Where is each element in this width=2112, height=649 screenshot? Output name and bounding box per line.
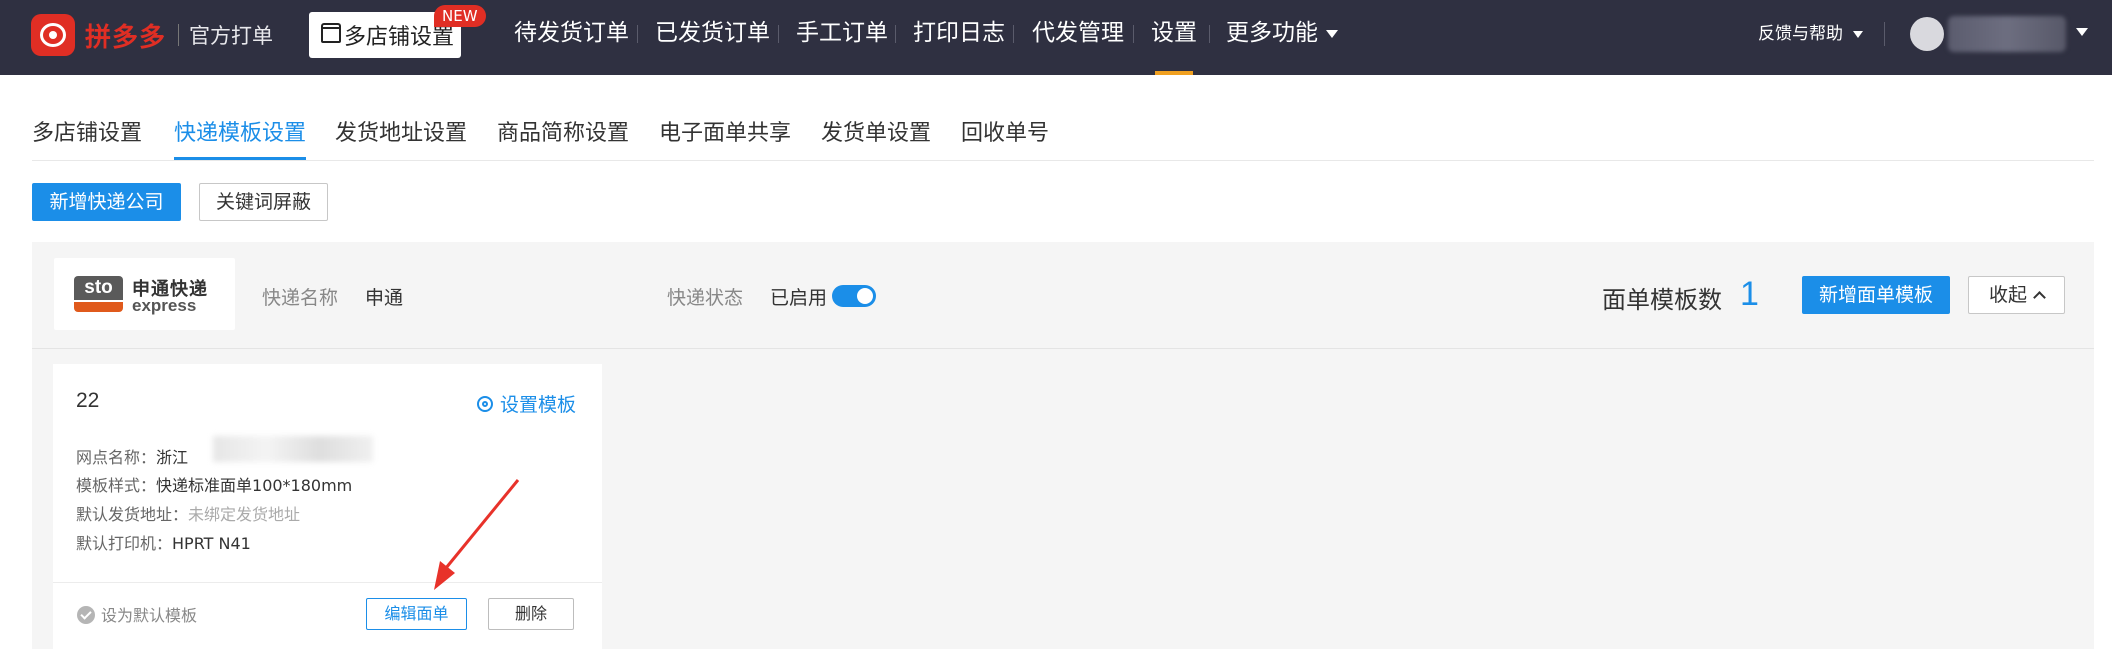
express-name-value: 申通	[365, 287, 404, 309]
express-name-label: 快递名称	[262, 287, 339, 309]
pinduoduo-logo-icon	[31, 14, 75, 56]
template-style-value: 快递标准面单100*180mm	[156, 476, 353, 495]
set-template-label: 设置模板	[500, 394, 577, 416]
nav-divider	[895, 25, 896, 43]
delete-template-button[interactable]: 删除	[488, 598, 574, 630]
template-style-row: 模板样式：快递标准面单100*180mm	[76, 472, 352, 496]
nav-dropship-management[interactable]: 代发管理	[1032, 16, 1124, 50]
tab-product-short-name[interactable]: 商品简称设置	[497, 114, 629, 158]
user-name-redacted[interactable]	[1948, 16, 2066, 52]
new-badge: NEW	[434, 5, 486, 27]
nav-divider	[1884, 22, 1885, 46]
store-icon	[321, 23, 341, 43]
tab-multi-store[interactable]: 多店铺设置	[32, 114, 142, 158]
feedback-help-menu[interactable]: 反馈与帮助	[1758, 22, 1863, 46]
add-express-company-button[interactable]: 新增快递公司	[32, 183, 181, 221]
sto-badge-icon: sto	[74, 276, 123, 312]
nav-manual-orders[interactable]: 手工订单	[796, 16, 888, 50]
express-status-value: 已启用	[770, 287, 828, 309]
nav-divider	[778, 25, 779, 43]
default-address-value: 未绑定发货地址	[188, 505, 301, 524]
tabs-divider	[32, 160, 2094, 161]
nav-settings[interactable]: 设置	[1151, 16, 1197, 75]
default-address-row: 默认发货地址：未绑定发货地址	[76, 501, 300, 525]
tab-shipping-address[interactable]: 发货地址设置	[335, 114, 467, 158]
edit-waybill-button[interactable]: 编辑面单	[366, 598, 467, 630]
nav-pending-orders[interactable]: 待发货订单	[514, 16, 629, 50]
nav-divider	[1013, 25, 1014, 43]
default-printer-row: 默认打印机：HPRT N41	[76, 530, 251, 554]
template-name: 22	[76, 389, 100, 412]
set-template-link[interactable]: 设置模板	[477, 390, 576, 417]
check-circle-icon	[77, 606, 95, 624]
gear-icon	[477, 396, 493, 412]
feedback-help-label: 反馈与帮助	[1758, 24, 1843, 44]
panel-header-divider	[32, 348, 2094, 349]
keyword-block-button[interactable]: 关键词屏蔽	[199, 183, 328, 221]
default-printer-label: 默认打印机：	[76, 534, 173, 553]
collapse-button[interactable]: 收起	[1968, 276, 2065, 314]
add-waybill-template-button[interactable]: 新增面单模板	[1802, 276, 1950, 314]
brand-subtitle: 官方打单	[189, 24, 274, 48]
card-footer-divider	[53, 582, 602, 583]
tab-express-template[interactable]: 快递模板设置	[174, 114, 307, 160]
brand-name: 拼多多	[85, 22, 167, 53]
nav-divider	[637, 25, 638, 43]
template-count: 1	[1740, 275, 1759, 313]
tab-recycle-numbers[interactable]: 回收单号	[961, 114, 1049, 158]
sto-express-logo: sto 申通快递 express	[54, 258, 235, 330]
waybill-template-card: 22 设置模板 网点名称：浙江 模板样式：快递标准面单100*180mm 默认发…	[53, 364, 602, 649]
sto-stripe	[74, 302, 123, 312]
nav-more-features[interactable]: 更多功能	[1226, 16, 1338, 50]
collapse-label: 收起	[1988, 284, 2027, 306]
default-printer-value: HPRT N41	[172, 534, 251, 553]
set-default-template[interactable]: 设为默认模板	[77, 602, 197, 626]
avatar[interactable]	[1910, 17, 1944, 51]
template-count-label: 面单模板数	[1602, 286, 1722, 314]
nav-divider	[1209, 25, 1210, 43]
chevron-up-icon	[2033, 291, 2046, 304]
brand-divider	[178, 24, 180, 46]
tab-invoice-settings[interactable]: 发货单设置	[821, 114, 931, 158]
default-address-label: 默认发货地址：	[76, 505, 189, 524]
express-status-label: 快递状态	[667, 287, 744, 309]
branch-row: 网点名称：浙江	[76, 444, 188, 468]
branch-value: 浙江	[156, 448, 189, 467]
set-default-template-label: 设为默认模板	[101, 606, 198, 625]
sto-mark: sto	[74, 276, 123, 300]
express-status-toggle[interactable]	[832, 285, 876, 307]
template-style-label: 模板样式：	[76, 476, 157, 495]
chevron-down-icon	[1853, 30, 1863, 38]
chevron-down-icon[interactable]	[2076, 28, 2088, 36]
nav-print-log[interactable]: 打印日志	[913, 16, 1005, 50]
nav-divider	[1133, 25, 1134, 43]
nav-more-features-label: 更多功能	[1226, 20, 1318, 46]
branch-redacted	[213, 436, 373, 462]
chevron-down-icon	[1326, 29, 1338, 38]
nav-shipped-orders[interactable]: 已发货订单	[655, 16, 770, 50]
sto-logo-english: express	[132, 296, 197, 315]
branch-label: 网点名称：	[76, 448, 157, 467]
brand-logo[interactable]: 拼多多 官方打单	[31, 14, 273, 56]
tab-waybill-sharing[interactable]: 电子面单共享	[659, 114, 791, 158]
